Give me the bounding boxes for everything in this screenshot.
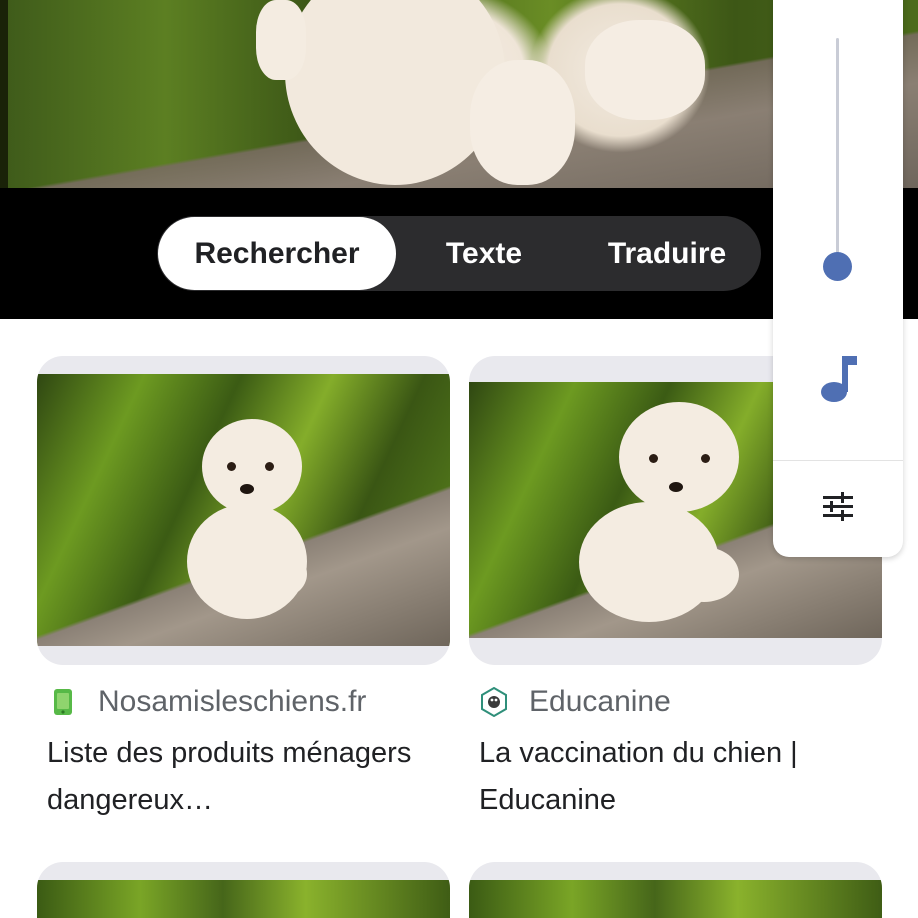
puppy-nose [669,482,683,492]
puppy-shape [285,0,505,185]
puppy-head [202,419,302,514]
result-image-card-3[interactable] [37,862,450,918]
result-source-2[interactable]: Educanine [481,684,671,720]
puppy-nose [240,484,254,494]
result-image-card-4[interactable] [469,862,882,918]
puppy-paw-shape [585,20,705,120]
result-source-1[interactable]: Nosamisleschiens.fr [50,684,366,720]
result-title-2[interactable]: La vaccination du chien | Educanine [479,730,884,824]
puppy-paw [247,549,307,599]
result-thumbnail [469,880,882,918]
music-note-icon[interactable] [817,354,861,404]
puppy-eye [649,454,658,463]
tab-texte[interactable]: Texte [419,216,549,291]
result-thumbnail [37,880,450,918]
result-image-card-1[interactable] [37,356,450,665]
image-edge [0,0,8,188]
puppy-photo [37,374,450,646]
tune-icon[interactable] [821,490,855,524]
lens-mode-switcher: Rechercher Texte Traduire [157,216,761,291]
result-thumbnail [37,374,450,646]
tab-traduire[interactable]: Traduire [587,216,747,291]
result-source-name: Educanine [529,685,671,718]
green-phone-logo-icon [54,689,72,715]
result-source-name: Nosamisleschiens.fr [98,685,367,718]
puppy-head [619,402,739,512]
puppy-eye [701,454,710,463]
panel-divider [773,460,903,461]
puppy-eye [227,462,236,471]
puppy-paw [669,547,739,602]
puppy-tail-shape [256,0,306,80]
result-title-1[interactable]: Liste des produits ménagers dangereux… [47,730,437,824]
volume-slider-track[interactable] [836,38,839,260]
puppy-paw-shape [470,60,575,185]
volume-slider-thumb[interactable] [823,252,852,281]
tab-rechercher[interactable]: Rechercher [158,217,396,290]
dog-badge-logo-icon [481,687,507,717]
volume-panel [773,0,903,557]
puppy-eye [265,462,274,471]
